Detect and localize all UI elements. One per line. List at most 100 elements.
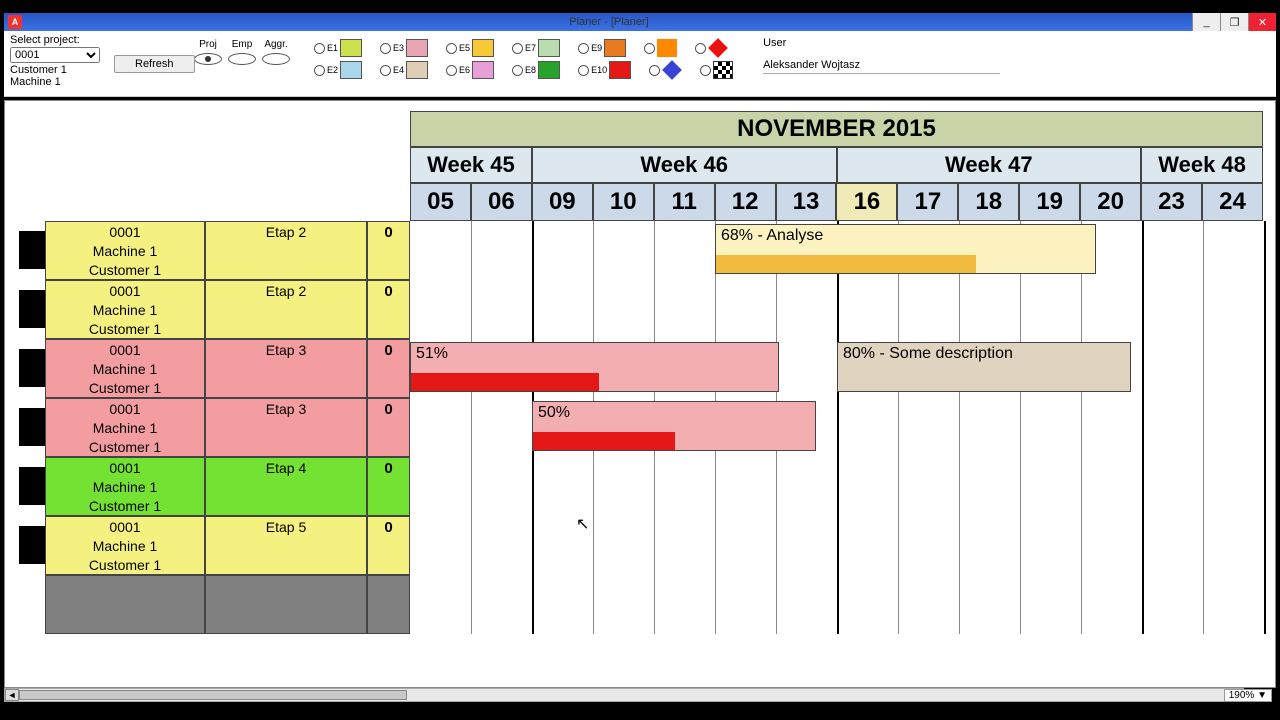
task-bar[interactable]: 80% - Some description <box>837 342 1131 392</box>
aggr-radio[interactable] <box>262 53 290 65</box>
toolbar: Select project: 0001 Customer 1 Machine … <box>4 31 1276 97</box>
row-handle[interactable] <box>19 526 45 564</box>
gantt-area[interactable] <box>410 516 1263 575</box>
row-value-cell: 0 <box>367 457 410 516</box>
e9-radio[interactable] <box>578 43 589 54</box>
e6-swatch <box>472 61 494 79</box>
row-handle[interactable] <box>19 408 45 446</box>
row-handle[interactable] <box>19 231 45 269</box>
gantt-area[interactable]: 51% 80% - Some description <box>410 339 1263 398</box>
e3-radio[interactable] <box>380 43 391 54</box>
row-stage-cell: Etap 5 <box>205 516 367 575</box>
row-handle[interactable] <box>19 290 45 328</box>
user-label: User <box>763 37 1000 49</box>
day-header: 12 <box>715 183 776 221</box>
e5-radio[interactable] <box>446 43 457 54</box>
e8-radio[interactable] <box>512 65 523 76</box>
checkered-flag-icon <box>713 61 733 79</box>
proj-radio[interactable] <box>194 53 222 65</box>
row-stage-cell: Etap 2 <box>205 280 367 339</box>
gantt-area[interactable]: 68% - Analyse <box>410 221 1263 280</box>
select-project-label: Select project: <box>10 34 178 46</box>
axis-emp-label: Emp <box>228 39 256 50</box>
project-select[interactable]: 0001 <box>10 47 100 63</box>
user-name: Aleksander Wojtasz <box>763 55 1000 74</box>
row-info-cell: 0001Machine 1Customer 1 <box>45 398 205 457</box>
zoom-indicator[interactable]: 190% ▼ <box>1224 689 1272 702</box>
task-row: 0001Machine 1Customer 1Etap 3051%80% - S… <box>5 339 1263 398</box>
row-handle[interactable] <box>19 467 45 505</box>
week-header: Week 46 <box>532 147 837 183</box>
e6-radio[interactable] <box>446 65 457 76</box>
red-diamond-icon <box>708 38 728 58</box>
workspace: NOVEMBER 2015 Week 45Week 46Week 47Week … <box>4 100 1276 688</box>
red-diamond-radio[interactable] <box>695 43 706 54</box>
day-header: 05 <box>410 183 471 221</box>
day-header: 10 <box>593 183 654 221</box>
e4-swatch <box>406 61 428 79</box>
scroll-left-arrow[interactable]: ◄ <box>5 689 19 701</box>
blue-diamond-icon <box>662 60 682 80</box>
task-bar[interactable]: 50% <box>532 401 816 451</box>
day-header: 09 <box>532 183 593 221</box>
task-row: 0001Machine 1Customer 1Etap 30 50% <box>5 398 1263 457</box>
row-value-cell: 0 <box>367 221 410 280</box>
task-row: 0001Machine 1Customer 1Etap 40 <box>5 457 1263 516</box>
week-header: Week 47 <box>837 147 1142 183</box>
emp-radio[interactable] <box>228 53 256 65</box>
window-title: Planer - [Planer] <box>26 16 1192 28</box>
e7-radio[interactable] <box>512 43 523 54</box>
task-progress <box>411 373 599 391</box>
row-stage-cell: Etap 4 <box>205 457 367 516</box>
axis-proj-label: Proj <box>194 39 222 50</box>
gantt-area[interactable] <box>410 457 1263 516</box>
blue-diamond-radio[interactable] <box>649 65 660 76</box>
row-stage-cell: Etap 3 <box>205 398 367 457</box>
row-value-cell: 0 <box>367 398 410 457</box>
day-header: 06 <box>471 183 532 221</box>
axis-group: Proj Emp Aggr. <box>194 31 290 68</box>
refresh-button[interactable]: Refresh <box>114 55 195 73</box>
day-header: 20 <box>1080 183 1141 221</box>
axis-aggr-label: Aggr. <box>262 39 290 50</box>
day-header: 16 <box>836 183 897 221</box>
e2-radio[interactable] <box>314 65 325 76</box>
e2-swatch <box>340 61 362 79</box>
e7-swatch <box>538 39 560 57</box>
task-row: 0001Machine 1Customer 1Etap 50 <box>5 516 1263 575</box>
e8-swatch <box>538 61 560 79</box>
flag-radio[interactable] <box>644 43 655 54</box>
day-header: 17 <box>897 183 958 221</box>
row-value-cell: 0 <box>367 516 410 575</box>
task-progress <box>533 432 675 450</box>
flag-icon <box>657 39 677 57</box>
e10-radio[interactable] <box>578 65 589 76</box>
task-bar[interactable]: 68% - Analyse <box>715 224 1096 274</box>
day-header: 11 <box>654 183 715 221</box>
maximize-button[interactable]: ❐ <box>1220 13 1248 31</box>
scroll-thumb[interactable] <box>19 690 407 700</box>
task-bar[interactable]: 51% <box>410 342 779 392</box>
day-header: 18 <box>958 183 1019 221</box>
horizontal-scrollbar[interactable]: ◄ ► <box>4 688 1244 702</box>
task-row: 0001Machine 1Customer 1Etap 2068% - Anal… <box>5 221 1263 280</box>
close-button[interactable]: ✕ <box>1248 13 1276 31</box>
minimize-button[interactable]: _ <box>1192 13 1220 31</box>
row-stage-cell: Etap 3 <box>205 339 367 398</box>
week-header: Week 48 <box>1141 147 1263 183</box>
day-header: 23 <box>1141 183 1202 221</box>
gantt-area[interactable] <box>410 280 1263 339</box>
task-row: 0001Machine 1Customer 1Etap 20 <box>5 280 1263 339</box>
gantt-area[interactable]: 50% <box>410 398 1263 457</box>
row-info-cell: 0001Machine 1Customer 1 <box>45 457 205 516</box>
task-progress <box>716 255 976 273</box>
user-block: User Aleksander Wojtasz <box>763 31 1000 74</box>
e1-radio[interactable] <box>314 43 325 54</box>
finish-radio[interactable] <box>700 65 711 76</box>
e5-swatch <box>472 39 494 57</box>
e4-radio[interactable] <box>380 65 391 76</box>
row-handle[interactable] <box>19 349 45 387</box>
day-header: 24 <box>1202 183 1263 221</box>
e9-swatch <box>604 39 626 57</box>
week-header: Week 45 <box>410 147 532 183</box>
